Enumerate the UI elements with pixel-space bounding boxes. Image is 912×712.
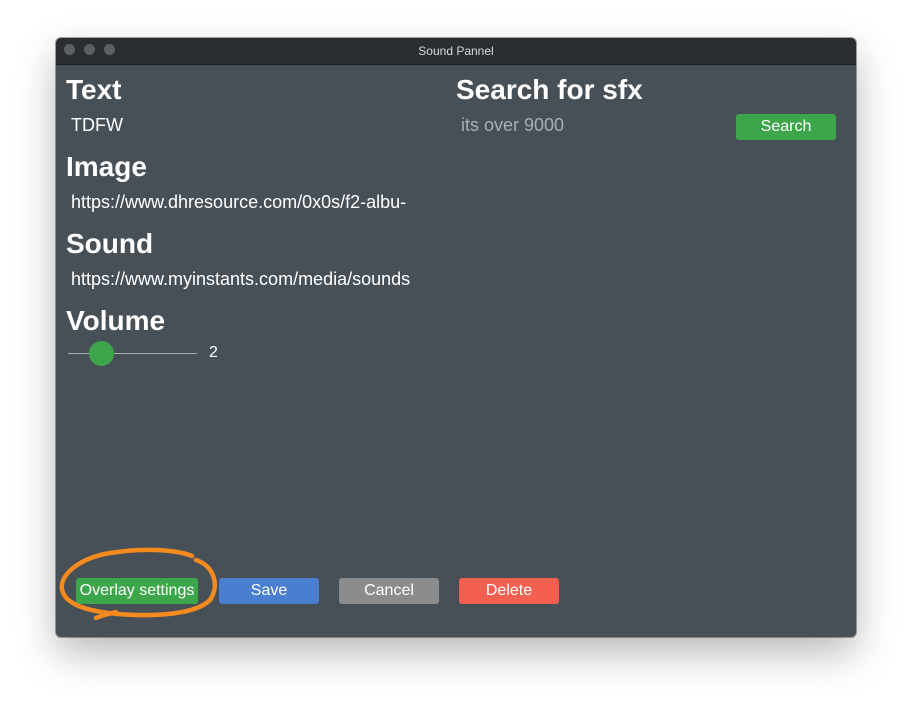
text-field[interactable] (71, 113, 441, 137)
sound-url-field[interactable] (71, 267, 453, 291)
title-bar[interactable]: Sound Pannel (56, 38, 856, 65)
volume-slider-handle[interactable] (89, 341, 115, 366)
text-heading: Text (66, 74, 122, 105)
search-button[interactable]: Search (736, 114, 836, 140)
window-title: Sound Pannel (418, 44, 494, 58)
image-url-field[interactable] (71, 190, 453, 214)
overlay-settings-button[interactable]: Overlay settings (76, 578, 198, 604)
cancel-button[interactable]: Cancel (339, 578, 439, 604)
sound-panel-window: Sound Pannel Text Image Sound Volume 2 S… (56, 38, 856, 637)
volume-slider-track[interactable] (68, 353, 197, 354)
image-heading: Image (66, 151, 147, 182)
search-heading: Search for sfx (456, 74, 643, 105)
save-button[interactable]: Save (219, 578, 319, 604)
delete-button[interactable]: Delete (459, 578, 559, 604)
volume-value: 2 (209, 344, 218, 361)
sound-heading: Sound (66, 228, 154, 259)
volume-heading: Volume (66, 305, 166, 336)
sfx-search-input[interactable] (461, 113, 721, 137)
